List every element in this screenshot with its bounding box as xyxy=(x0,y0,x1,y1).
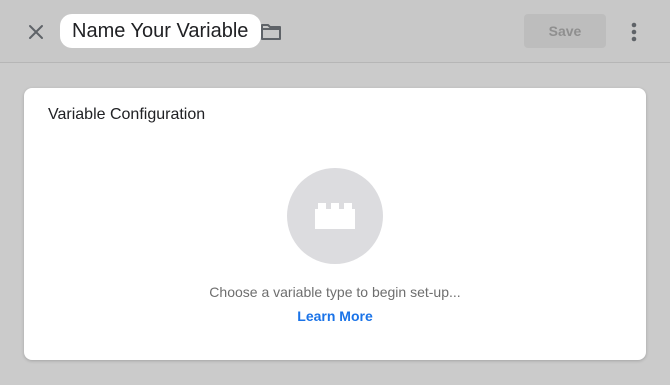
choose-variable-type-button[interactable] xyxy=(287,168,383,264)
block-icon xyxy=(315,203,355,229)
learn-more-link[interactable]: Learn More xyxy=(297,308,372,324)
folder-button[interactable] xyxy=(259,21,283,43)
close-icon xyxy=(29,25,43,39)
more-options-button[interactable] xyxy=(620,18,648,46)
folder-icon xyxy=(261,24,281,40)
variable-configuration-card: Variable Configuration Choose a variable… xyxy=(24,88,646,360)
choose-type-prompt: Choose a variable type to begin set-up..… xyxy=(209,284,461,300)
close-button[interactable] xyxy=(22,18,50,46)
top-bar: Name Your Variable Save xyxy=(0,0,670,63)
variable-name-input[interactable]: Name Your Variable xyxy=(60,14,261,48)
card-title: Variable Configuration xyxy=(48,106,206,123)
learn-more-row: Learn More xyxy=(24,308,646,324)
variable-name-text: Name Your Variable xyxy=(72,19,249,42)
more-vert-icon xyxy=(631,22,637,42)
save-button[interactable]: Save xyxy=(524,14,606,48)
